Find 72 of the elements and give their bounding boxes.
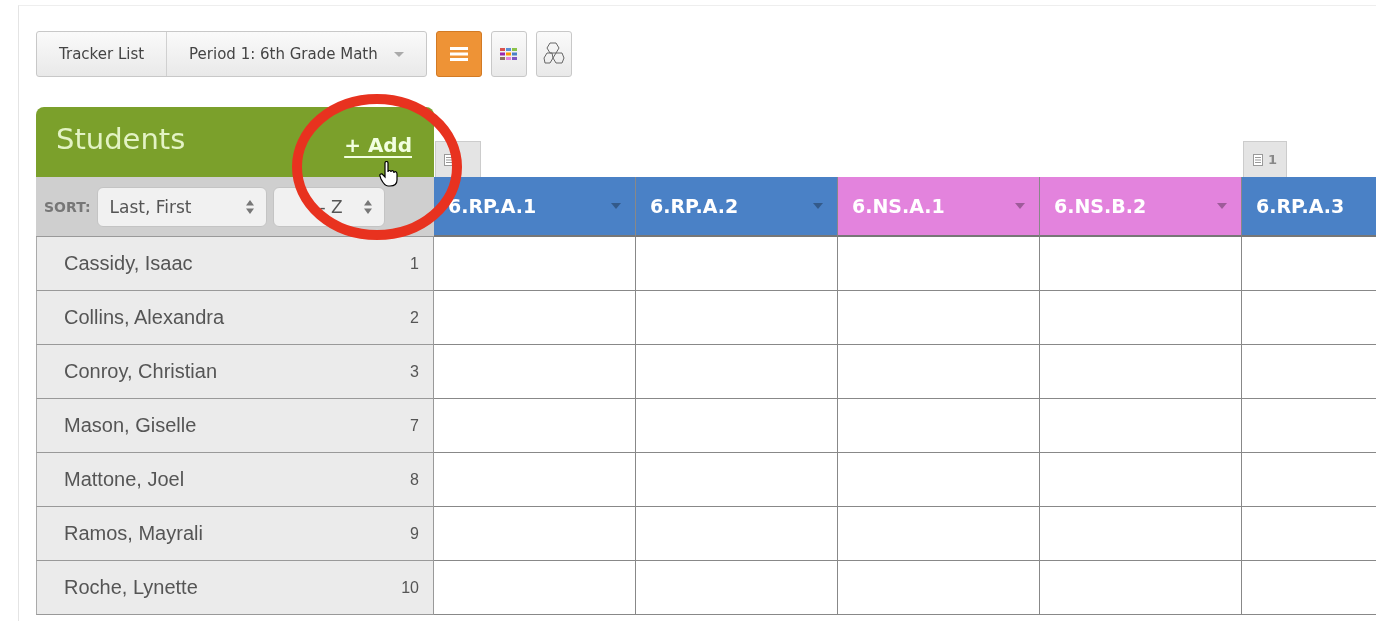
student-number: 2 <box>410 308 419 327</box>
student-number: 9 <box>410 524 419 543</box>
standard-column-header[interactable]: 6.RP.A.3 <box>1242 177 1376 237</box>
tracker-list-button[interactable]: Tracker List <box>37 32 167 76</box>
score-cell[interactable] <box>636 237 838 291</box>
score-cell[interactable] <box>838 291 1040 345</box>
score-cell[interactable] <box>434 291 636 345</box>
student-name: Ramos, Mayrali <box>64 522 203 545</box>
student-number: 8 <box>410 470 419 489</box>
score-cell[interactable] <box>838 507 1040 561</box>
score-cell[interactable] <box>1040 507 1242 561</box>
score-cell[interactable] <box>434 399 636 453</box>
student-number: 7 <box>410 416 419 435</box>
standard-column-header[interactable]: 6.RP.A.1 <box>434 177 636 237</box>
score-cell[interactable] <box>434 345 636 399</box>
up-down-arrows-icon <box>363 199 372 214</box>
sort-field-select[interactable]: Last, First <box>96 186 267 227</box>
dropdown-caret-icon <box>1217 203 1227 209</box>
score-cell[interactable] <box>1040 291 1242 345</box>
list-view-button[interactable] <box>435 31 482 77</box>
student-name: Mattone, Joel <box>64 468 185 491</box>
notes-icon <box>444 153 454 166</box>
score-cell[interactable] <box>434 561 636 615</box>
student-row[interactable]: Roche, Lynette 10 <box>36 561 434 615</box>
student-name: Mason, Giselle <box>64 414 197 437</box>
student-number: 10 <box>401 578 419 597</box>
students-title: Students <box>56 122 186 156</box>
score-cell[interactable] <box>1040 237 1242 291</box>
student-row[interactable]: Mattone, Joel 8 <box>36 453 434 507</box>
score-cell[interactable] <box>636 399 838 453</box>
hexagon-view-button[interactable] <box>535 31 572 77</box>
dropdown-caret-icon <box>611 203 621 209</box>
score-cell[interactable] <box>636 291 838 345</box>
notes-icon <box>1252 153 1263 166</box>
score-cell[interactable] <box>838 345 1040 399</box>
score-cell[interactable] <box>636 507 838 561</box>
student-name: Collins, Alexandra <box>64 306 225 329</box>
student-row[interactable]: Conroy, Christian 3 <box>36 345 434 399</box>
student-name: Roche, Lynette <box>64 576 198 599</box>
dropdown-caret-icon <box>1015 203 1025 209</box>
sort-label: SORT: <box>44 198 91 215</box>
score-cell[interactable] <box>434 507 636 561</box>
score-cell[interactable] <box>838 561 1040 615</box>
student-row[interactable]: Collins, Alexandra 2 <box>36 291 434 345</box>
student-row[interactable]: Ramos, Mayrali 9 <box>36 507 434 561</box>
list-icon <box>449 46 468 62</box>
score-cell[interactable] <box>636 561 838 615</box>
student-number: 3 <box>410 362 419 381</box>
score-cell[interactable] <box>636 453 838 507</box>
score-cell[interactable] <box>1040 561 1242 615</box>
color-grid-icon <box>499 48 518 60</box>
hand-cursor-icon <box>379 161 399 187</box>
student-name: Conroy, Christian <box>64 360 218 383</box>
score-cell[interactable] <box>636 345 838 399</box>
score-cell[interactable] <box>838 237 1040 291</box>
score-cell[interactable] <box>434 237 636 291</box>
score-cell[interactable] <box>1040 453 1242 507</box>
score-cell[interactable] <box>434 453 636 507</box>
grid-view-button[interactable] <box>490 31 527 77</box>
student-row[interactable]: Cassidy, Isaac 1 <box>36 237 434 291</box>
score-cell[interactable] <box>838 453 1040 507</box>
standard-column-header[interactable]: 6.RP.A.2 <box>636 177 838 237</box>
student-row[interactable]: Mason, Giselle 7 <box>36 399 434 453</box>
student-number: 1 <box>410 254 419 273</box>
hexagons-icon <box>542 42 565 66</box>
score-cell[interactable] <box>1040 345 1242 399</box>
period-select[interactable]: Period 1: 6th Grade Math <box>166 32 426 76</box>
score-cell[interactable] <box>1040 399 1242 453</box>
dropdown-caret-icon <box>813 203 823 209</box>
up-down-arrows-icon <box>245 199 254 214</box>
score-cell[interactable] <box>838 399 1040 453</box>
student-name: Cassidy, Isaac <box>64 252 193 275</box>
